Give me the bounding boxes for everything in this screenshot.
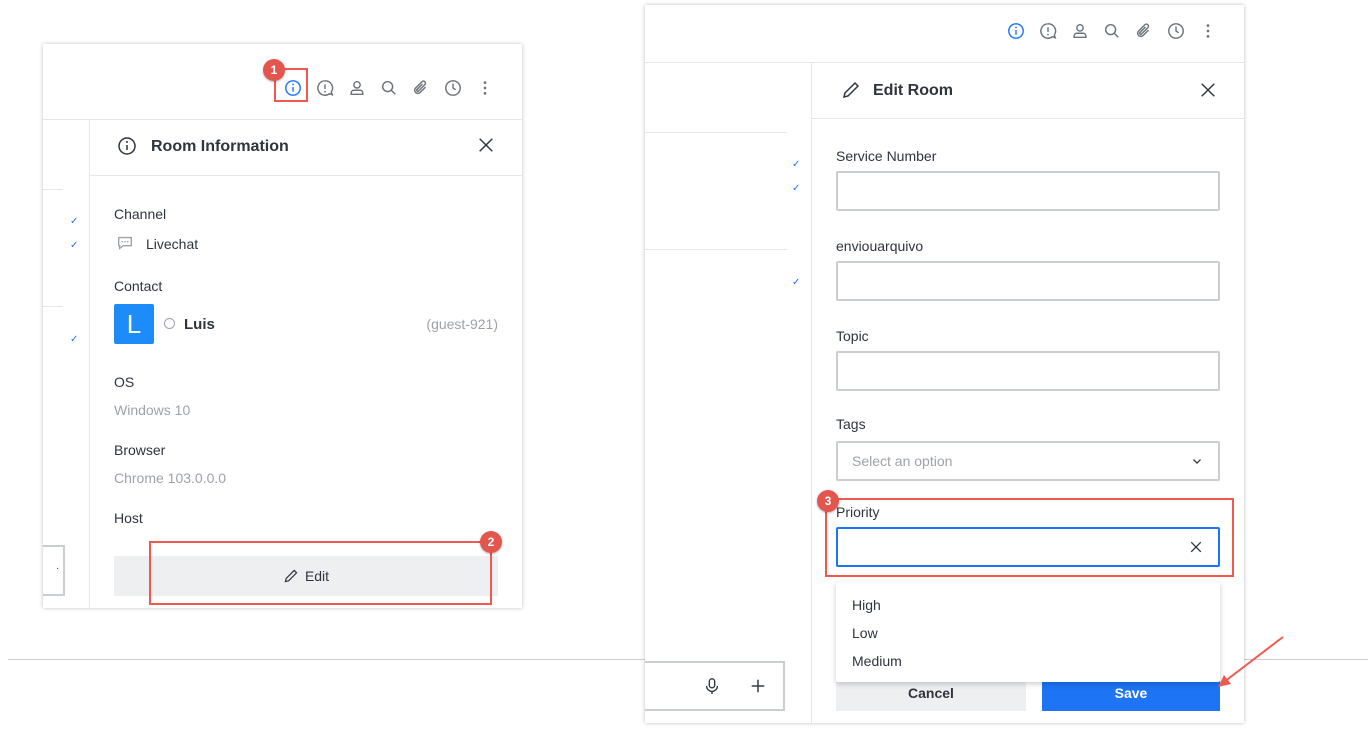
browser-value: Chrome 103.0.0.0 <box>114 470 227 486</box>
search-icon[interactable] <box>1096 19 1128 43</box>
header-divider <box>43 119 522 120</box>
priority-options-list: High Low Medium <box>836 582 1220 682</box>
check-icon: ✓ <box>792 159 801 170</box>
pencil-icon <box>841 80 863 102</box>
tags-label: Tags <box>836 416 866 432</box>
contact-name[interactable]: Luis <box>184 316 215 333</box>
room-toolbar <box>277 76 501 100</box>
check-icon: ✓ <box>792 277 801 288</box>
host-label: Host <box>114 510 143 526</box>
annotation-badge-3: 3 <box>817 490 839 512</box>
annotation-badge-2: 2 <box>480 531 502 553</box>
contextual-bar-header: Room Information <box>117 136 289 158</box>
avatar[interactable]: L <box>114 304 154 344</box>
message-divider <box>43 189 63 190</box>
check-icon: ✓ <box>70 240 79 251</box>
contact-label: Contact <box>114 278 163 294</box>
contextual-bar-header: Edit Room <box>841 80 953 102</box>
panel-title: Room Information <box>151 138 289 155</box>
user-icon[interactable] <box>341 76 373 100</box>
message-composer[interactable] <box>645 661 785 711</box>
status-icon <box>164 318 175 329</box>
microphone-icon[interactable] <box>703 677 721 695</box>
topic-input[interactable] <box>836 351 1220 391</box>
enviouarquivo-label: enviouarquivo <box>836 238 924 254</box>
panel-title: Edit Room <box>873 82 953 99</box>
user-icon[interactable] <box>1064 19 1096 43</box>
priority-option-low[interactable]: Low <box>836 619 1220 647</box>
topic-label: Topic <box>836 328 869 344</box>
message-divider <box>645 132 787 133</box>
annotation-box-2 <box>149 541 492 605</box>
info-icon[interactable] <box>1000 19 1032 43</box>
browser-label: Browser <box>114 442 166 458</box>
priority-option-high[interactable]: High <box>836 591 1220 619</box>
header-divider <box>645 62 1244 63</box>
annotation-box-3 <box>825 498 1234 577</box>
annotation-arrow <box>1218 636 1284 687</box>
channel-value: Livechat <box>146 236 199 252</box>
attachment-icon[interactable] <box>405 76 437 100</box>
tags-select[interactable]: Select an option <box>836 441 1220 481</box>
clock-icon[interactable] <box>437 76 469 100</box>
contact-username: (guest-921) <box>426 316 498 332</box>
kebab-icon[interactable] <box>1192 19 1224 43</box>
info-icon <box>117 136 139 158</box>
discussion-icon[interactable] <box>1032 19 1064 43</box>
chevron-down-icon <box>1190 454 1204 468</box>
discussion-icon[interactable] <box>309 76 341 100</box>
room-toolbar <box>1000 19 1224 43</box>
edit-room-screen: ✓ ✓ ✓ Edit Room Service Number enviouarq… <box>645 5 1244 723</box>
plus-icon[interactable] <box>749 677 767 695</box>
contextual-bar-divider <box>90 175 522 176</box>
priority-option-medium[interactable]: Medium <box>836 647 1220 675</box>
service-number-input[interactable] <box>836 171 1220 211</box>
message-divider <box>645 249 787 250</box>
contextual-bar-divider <box>812 118 1244 119</box>
check-icon: ✓ <box>70 216 79 227</box>
annotation-badge-1: 1 <box>263 59 285 81</box>
chat-bubble-icon <box>115 234 135 257</box>
kebab-icon[interactable] <box>469 76 501 100</box>
clock-icon[interactable] <box>1160 19 1192 43</box>
service-number-label: Service Number <box>836 148 937 164</box>
channel-label: Channel <box>114 206 167 222</box>
os-value: Windows 10 <box>114 402 191 418</box>
attachment-icon[interactable] <box>1128 19 1160 43</box>
os-label: OS <box>114 374 135 390</box>
contextual-bar-border <box>811 63 812 723</box>
search-icon[interactable] <box>373 76 405 100</box>
message-composer[interactable]: . <box>43 545 65 596</box>
close-icon[interactable] <box>1199 81 1217 103</box>
tags-placeholder: Select an option <box>852 453 953 469</box>
enviouarquivo-input[interactable] <box>836 261 1220 301</box>
close-icon[interactable] <box>477 136 495 158</box>
room-information-screen: ✓ ✓ ✓ . Room Information Channel Livecha… <box>43 44 522 608</box>
check-icon: ✓ <box>70 334 79 345</box>
contextual-bar-border <box>89 120 90 608</box>
check-icon: ✓ <box>792 183 801 194</box>
message-divider <box>43 306 63 307</box>
